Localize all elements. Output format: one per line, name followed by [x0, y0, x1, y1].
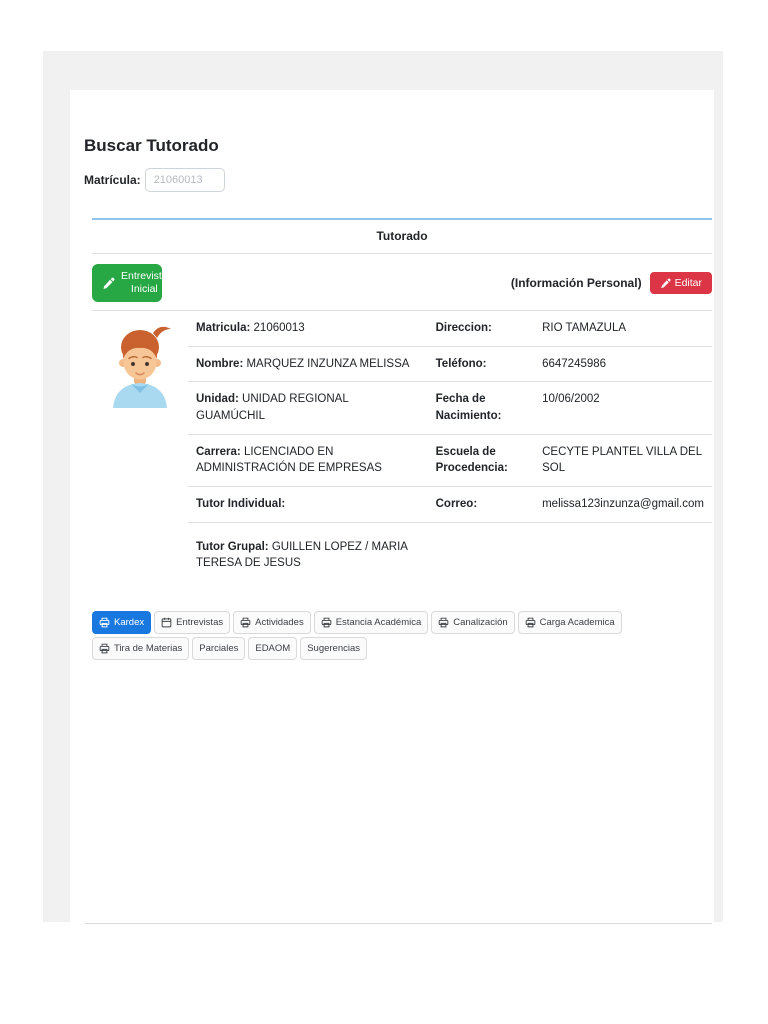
tab-kardex[interactable]: Kardex	[92, 611, 152, 635]
tab-label: Carga Academica	[539, 617, 615, 629]
tab-canalizacion[interactable]: Canalización	[431, 611, 515, 635]
tab-label: Tira de Materias	[114, 643, 183, 655]
avatar	[113, 326, 171, 408]
table-row: Matricula: 21060013 Direccion: RIO TAMAZ…	[92, 310, 712, 408]
field-matricula: Matricula: 21060013	[188, 310, 428, 347]
field-tutor-grupal: Tutor Grupal: GUILLEN LOPEZ / MARIA TERE…	[188, 522, 428, 581]
field-tutor-individual: Tutor Individual:	[188, 486, 428, 523]
entrevista-inicial-button[interactable]: Entrevista Inicial	[92, 264, 168, 302]
actions-row: Entrevista Inicial (Información Personal…	[92, 254, 712, 310]
printer-icon	[240, 617, 251, 628]
field-label: Unidad:	[196, 393, 239, 406]
field-escuela-label: Escuela de Procedencia:	[427, 434, 535, 488]
field-telefono-value: 6647245986	[534, 346, 712, 383]
spacer-cell	[92, 487, 188, 523]
field-fecha-nacimiento-value: 10/06/2002	[534, 381, 712, 435]
tab-tira-de-materias[interactable]: Tira de Materias	[92, 637, 190, 661]
tab-parciales[interactable]: Parciales	[192, 637, 246, 661]
printer-icon	[99, 643, 110, 654]
field-telefono-label: Teléfono:	[427, 346, 535, 383]
field-direccion-value: RIO TAMAZULA	[534, 310, 712, 347]
field-label: Nombre:	[196, 357, 244, 370]
right-actions: (Información Personal) Editar	[511, 272, 712, 294]
pencil-icon	[102, 277, 115, 290]
table-row: Carrera: LICENCIADO EN ADMINISTRACIÓN DE…	[92, 434, 712, 488]
tab-estancia-academica[interactable]: Estancia Académica	[313, 611, 429, 635]
tutorado-card: Buscar Tutorado Matrícula: Tutorado Entr…	[70, 90, 714, 922]
tab-sugerencias[interactable]: Sugerencias	[300, 637, 368, 661]
printer-icon	[99, 617, 110, 628]
table-row: Tutor Grupal: GUILLEN LOPEZ / MARIA TERE…	[92, 522, 712, 581]
entrevista-inicial-label: Entrevista Inicial	[121, 269, 168, 295]
tab-label: Parciales	[199, 643, 239, 655]
field-escuela-value: CECYTE PLANTEL VILLA DEL SOL	[534, 434, 712, 488]
field-nombre: Nombre: MARQUEZ INZUNZA MELISSA	[188, 346, 428, 383]
printer-icon	[321, 617, 332, 628]
info-personal-label: (Información Personal)	[510, 276, 642, 290]
matricula-search-row: Matrícula:	[84, 168, 710, 192]
student-info-table: Matricula: 21060013 Direccion: RIO TAMAZ…	[92, 310, 712, 581]
field-correo-label: Correo:	[427, 486, 535, 523]
content-background: Buscar Tutorado Matrícula: Tutorado Entr…	[43, 51, 723, 922]
field-value: 21060013	[250, 322, 305, 334]
field-label: Matricula:	[196, 322, 251, 334]
pencil-icon	[660, 278, 671, 289]
tab-label: EDAOM	[255, 643, 291, 655]
editar-label: Editar	[674, 277, 702, 289]
bottom-divider	[85, 923, 712, 924]
field-carrera: Carrera: LICENCIADO EN ADMINISTRACIÓN DE…	[188, 434, 428, 488]
tab-label: Sugerencias	[307, 643, 361, 655]
matricula-input[interactable]	[144, 168, 225, 192]
editar-button[interactable]: Editar	[649, 272, 712, 294]
page-title: Buscar Tutorado	[84, 136, 219, 155]
tab-edaom[interactable]: EDAOM	[248, 637, 298, 661]
field-label: Tutor Individual:	[196, 498, 286, 511]
tab-actividades[interactable]: Actividades	[233, 611, 311, 635]
field-unidad: Unidad: UNIDAD REGIONAL GUAMÚCHIL	[188, 381, 428, 435]
field-fecha-nacimiento-label: Fecha de Nacimiento:	[427, 381, 535, 435]
tab-label: Entrevistas	[176, 617, 224, 629]
calendar-icon	[161, 617, 172, 628]
field-value: MARQUEZ INZUNZA MELISSA	[243, 357, 410, 370]
spacer-cell	[92, 522, 188, 581]
field-correo-value: melissa123inzunza@gmail.com	[534, 486, 712, 523]
matricula-label: Matrícula:	[84, 173, 141, 187]
table-row: Tutor Individual: Correo: melissa123inzu…	[92, 486, 712, 523]
field-label: Tutor Grupal:	[196, 540, 269, 553]
printer-icon	[525, 617, 536, 628]
tutorado-section: Tutorado Entrevista Inicial (Información…	[92, 218, 712, 661]
empty-cell	[534, 522, 712, 581]
spacer-cell	[92, 434, 188, 486]
tab-label: Canalización	[453, 617, 508, 629]
section-title: Tutorado	[92, 218, 712, 254]
tab-label: Actividades	[255, 617, 304, 629]
tab-label: Estancia Académica	[335, 617, 422, 629]
tab-entrevistas[interactable]: Entrevistas	[154, 611, 231, 635]
field-direccion-label: Direccion:	[427, 310, 535, 347]
tab-bar: Kardex Entrevistas Actividades Estancia …	[92, 611, 718, 661]
avatar-cell	[92, 311, 188, 435]
printer-icon	[438, 617, 449, 628]
field-label: Carrera:	[196, 445, 241, 458]
tab-label: Kardex	[114, 617, 145, 629]
empty-cell	[428, 522, 534, 581]
tab-carga-academica[interactable]: Carga Academica	[517, 611, 622, 635]
